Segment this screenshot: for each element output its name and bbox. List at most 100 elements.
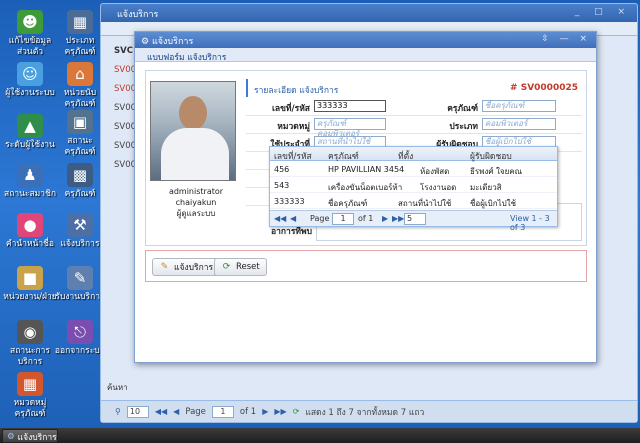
building-icon: ■ <box>17 266 43 290</box>
table-cell: 333333 <box>274 197 305 206</box>
prev-page-icon[interactable]: ◀ <box>173 407 179 416</box>
last-page-icon[interactable]: ▶▶ <box>274 407 286 416</box>
page-number-input[interactable]: 1 <box>332 213 354 225</box>
reload-icon[interactable]: ⟳ <box>293 407 300 416</box>
desktop-icon-user-level[interactable]: ▲ ระดับผู้ใช้งาน <box>2 114 58 151</box>
desktop-icon-asset-category[interactable]: ▦ หมวดหมู่ครุภัณฑ์ <box>2 372 58 420</box>
grid-pager: ◀◀ ◀ Page 1 of 1 ▶ ▶▶ 5 View 1 - 3 of 3 <box>270 210 557 232</box>
job-id: # SV0000025 <box>510 83 578 93</box>
dialog-controls-icon[interactable]: ⇳ — × <box>541 34 591 44</box>
user-photo <box>150 81 236 181</box>
search-label: ค้นหา <box>107 383 128 392</box>
service-list-window-title[interactable]: แจ้งบริการ _ □ × <box>101 4 637 22</box>
submit-label: แจ้งบริการ <box>174 263 214 273</box>
type-input[interactable]: คอมพิวเตอร์ <box>482 118 556 130</box>
page-label: Page <box>185 406 206 417</box>
code-input[interactable]: 333333 <box>314 100 386 112</box>
page-number-input[interactable]: 1 <box>211 405 234 418</box>
desktop-icon-label: หน่วยนับครุภัณฑ์ <box>63 88 97 109</box>
form-row-code: เลขที่/รหัส 333333 ครุภัณฑ์ ชื่อครุภัณฑ์ <box>246 99 582 116</box>
first-page-icon[interactable]: ◀◀ <box>155 407 167 416</box>
desktop-icon-label: หน่วยงาน/ฝ่าย <box>3 292 57 302</box>
table-row[interactable]: 543 เครื่องขันน็อตเบอร์ห้า โรงงานอด มะเด… <box>270 177 557 193</box>
dialog-subtitle: แบบฟอร์ม แจ้งบริการ <box>135 48 596 63</box>
level-icon: ▲ <box>17 114 43 138</box>
desktop-icon-label: สถานะการบริการ <box>10 346 50 367</box>
section-header: รายละเอียด แจ้งบริการ # SV0000025 <box>246 79 582 97</box>
first-page-icon[interactable]: ◀◀ <box>274 214 286 223</box>
desktop-icon-users[interactable]: ☺ ผู้ใช้งานระบบ <box>2 62 58 99</box>
page-size-select[interactable]: 10 <box>126 405 149 418</box>
dialog-title: แจ้งบริการ <box>151 37 194 47</box>
desktop-icon-label: หมวดหมู่ครุภัณฑ์ <box>13 398 47 419</box>
desktop-icon-label: ประเภทครุภัณฑ์ <box>64 36 96 57</box>
gear-icon: ⚙ <box>141 37 150 47</box>
desktop-icon-label: ครุภัณฑ์ <box>64 189 96 199</box>
desktop-icon-label: รับงานบริการ <box>55 292 105 302</box>
desktop-icon-department[interactable]: ■ หน่วยงาน/ฝ่าย <box>2 266 58 303</box>
wrench-icon: ⚒ <box>67 213 93 237</box>
code-label: เลขที่/รหัส <box>272 104 310 114</box>
submit-service-button[interactable]: ✎ แจ้งบริการ <box>152 258 221 276</box>
reset-label: Reset <box>236 262 260 272</box>
server-icon: ▦ <box>67 10 93 34</box>
page-of-label: of 1 <box>239 406 257 417</box>
users-icon: ☺ <box>17 62 43 86</box>
monitor-icon: ▣ <box>67 110 93 134</box>
clipboard-icon: ✎ <box>67 266 93 290</box>
table-cell: HP PAVILLIAN 3454 <box>328 165 405 174</box>
type-label: ประเภท <box>449 122 478 132</box>
taskbar-item-service-request[interactable]: ⚙ แจ้งบริการ <box>2 429 58 443</box>
section-title: รายละเอียด แจ้งบริการ <box>254 86 339 96</box>
prev-page-icon[interactable]: ◀ <box>290 214 296 223</box>
desktop-icon-member-status[interactable]: ♟ สถานะสมาชิก <box>2 163 58 200</box>
user-info: administrator chaiyakun ผู้ดูแลระบบ <box>148 186 244 219</box>
category-input[interactable]: ครุภัณฑ์คอมพิวเตอร์ <box>314 118 386 138</box>
gear-icon: ⚙ <box>7 431 15 442</box>
asset-label: ครุภัณฑ์ <box>447 104 478 114</box>
user-role: ผู้ดูแลระบบ <box>176 209 216 218</box>
table-cell: ชื่อครุภัณฑ์ <box>328 199 368 208</box>
next-page-icon[interactable]: ▶ <box>382 214 388 223</box>
user-edit-icon: ☻ <box>17 10 43 34</box>
table-cell: 456 <box>274 165 290 174</box>
symptom-label-line: อาการที่พบ <box>271 227 312 237</box>
grid-header: เลขที่/รหัส ครุภัณฑ์ ที่ตั้ง ผู้รับผิดชอ… <box>270 147 557 162</box>
window-controls-icon[interactable]: _ □ × <box>575 7 631 17</box>
dialog-title-bar[interactable]: ⚙ แจ้งบริการ ⇳ — × <box>135 32 596 48</box>
taskbar: ⚙ แจ้งบริการ <box>0 427 640 443</box>
logout-icon: ⎋ <box>67 320 93 344</box>
button-bar: ✎ แจ้งบริการ ⟳ Reset <box>145 250 587 282</box>
reset-button[interactable]: ⟳ Reset <box>214 258 267 276</box>
list-pager: ⚲ 10 ◀◀ ◀ Page 1 of 1 ▶ ▶▶ ⟳ แสดง 1 ถึง … <box>101 400 637 422</box>
desktop-icon-service-status[interactable]: ◉ สถานะการบริการ <box>2 320 58 368</box>
window-title-text: แจ้งบริการ <box>117 10 159 20</box>
traffic-light-icon: ◉ <box>17 320 43 344</box>
asset-lookup-grid: เลขที่/รหัส ครุภัณฑ์ ที่ตั้ง ผู้รับผิดชอ… <box>269 146 558 232</box>
package-icon: ▦ <box>17 372 43 396</box>
table-cell: สถานที่นำไปใช้ <box>398 199 452 208</box>
next-page-icon[interactable]: ▶ <box>262 407 268 416</box>
desktop-icon-label: ออกจากระบบ <box>54 346 106 356</box>
last-page-icon[interactable]: ▶▶ <box>392 214 404 223</box>
group-icon: ♟ <box>17 163 43 187</box>
desktop-icon-profile[interactable]: ☻ แก้ไขข้อมูลส่วนตัว <box>2 10 58 58</box>
desktop-icon-label: ผู้ใช้งานระบบ <box>5 88 55 98</box>
computer-icon: ▩ <box>67 163 93 187</box>
desktop-icon-label: สถานะครุภัณฑ์ <box>64 136 96 157</box>
asset-input[interactable]: ชื่อครุภัณฑ์ <box>482 100 556 112</box>
desktop-icon-label: สถานะสมาชิก <box>4 189 56 199</box>
form-row-category: หมวดหมู่ ครุภัณฑ์คอมพิวเตอร์ ประเภท คอมพ… <box>246 117 582 138</box>
desktop-icon-title-prefix[interactable]: ● คำนำหน้าชื่อ <box>2 213 58 250</box>
page-size-select[interactable]: 5 <box>404 213 426 225</box>
category-label: หมวดหมู่ <box>277 122 310 132</box>
table-cell: ชื่อผู้เบิกไปใช้ <box>470 199 517 208</box>
desktop-icon-label: คำนำหน้าชื่อ <box>5 239 55 249</box>
table-row[interactable]: 333333 ชื่อครุภัณฑ์ สถานที่นำไปใช้ ชื่อผ… <box>270 193 557 209</box>
taskbar-item-label: แจ้งบริการ <box>17 432 57 443</box>
table-row[interactable]: 456 HP PAVILLIAN 3454 ห้องพัสด ธีรพงศ์ ใ… <box>270 161 557 177</box>
home-icon: ⌂ <box>67 62 93 86</box>
desktop-icon-label: ระดับผู้ใช้งาน <box>5 140 55 150</box>
table-cell: 543 <box>274 181 290 190</box>
refresh-icon[interactable]: ⚲ <box>115 407 121 416</box>
